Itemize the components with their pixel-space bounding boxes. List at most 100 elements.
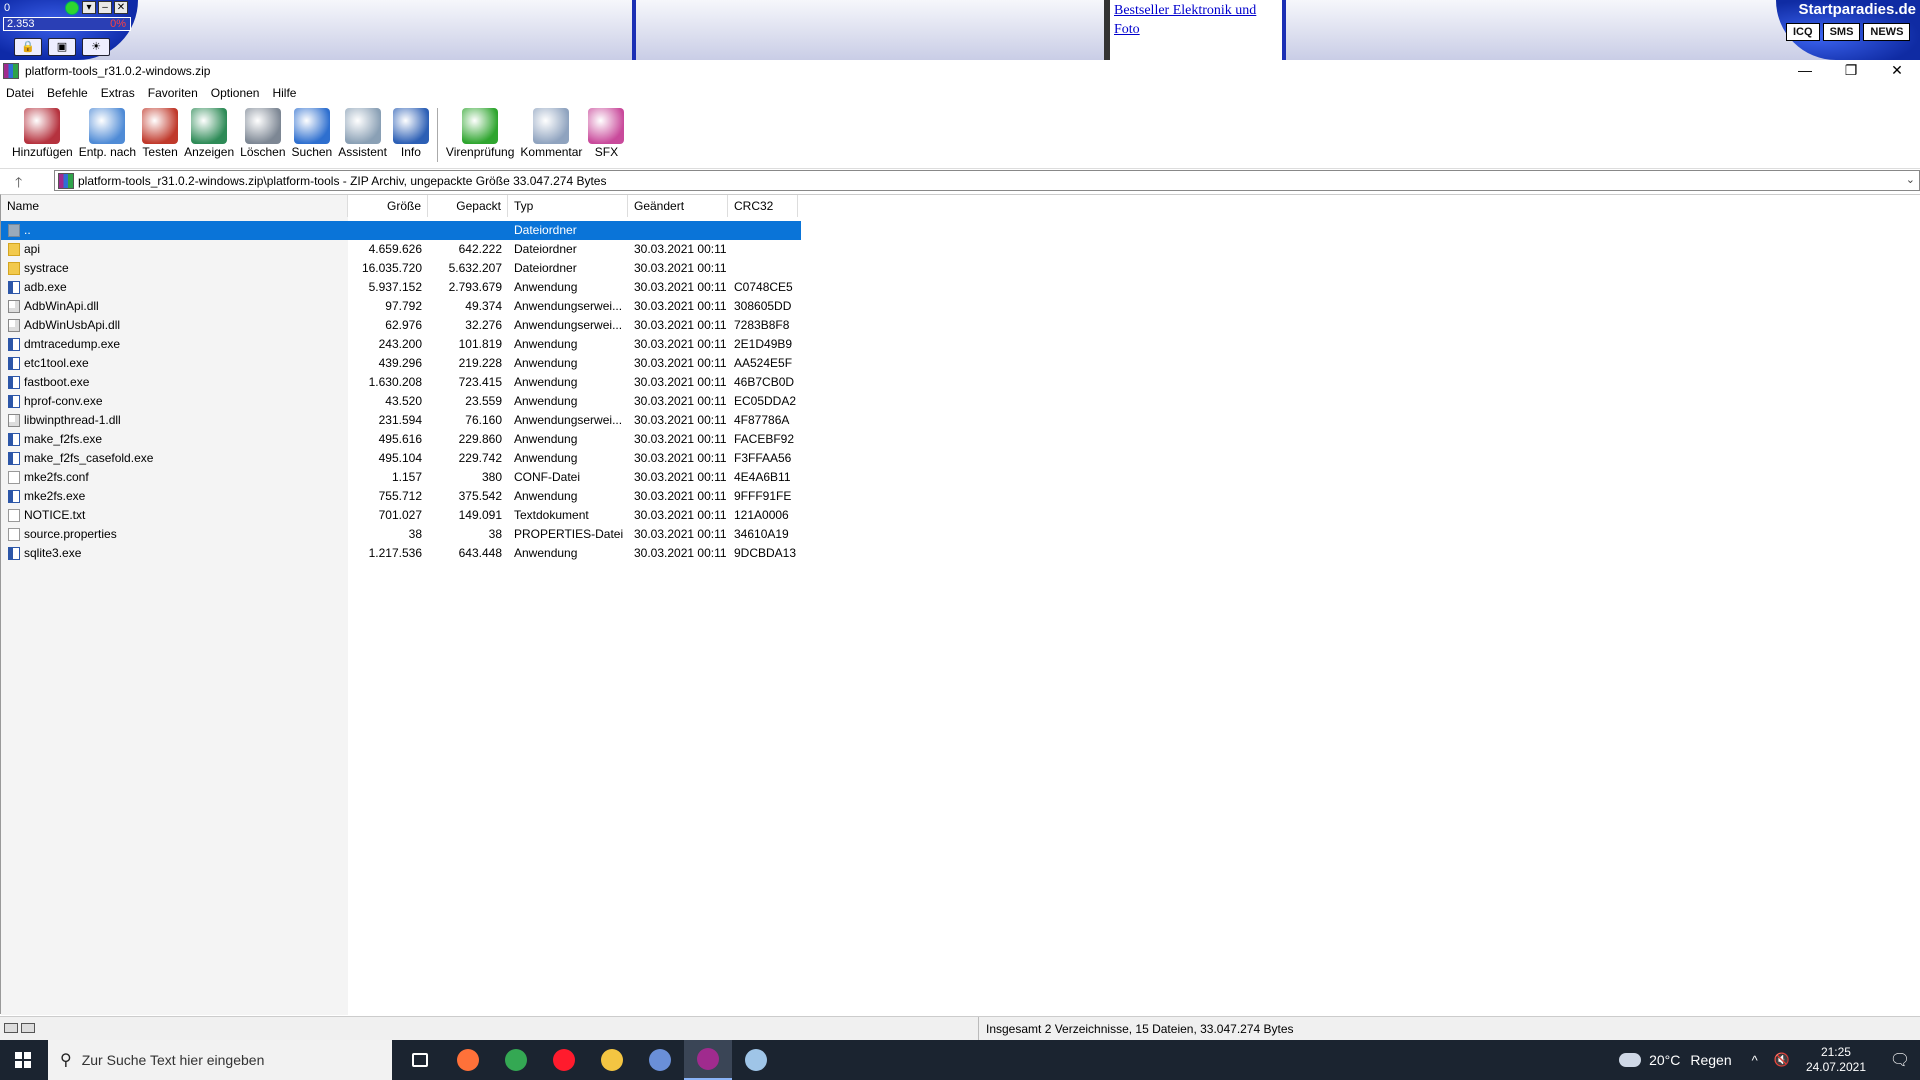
file-size-cell: 43.520 [385, 394, 422, 408]
taskbar-app-firefox[interactable] [444, 1040, 492, 1080]
table-row[interactable]: make_f2fs.exe 495.616 229.860 Anwendung 30.0… [1, 430, 801, 449]
close-button[interactable]: ✕ [1874, 60, 1920, 82]
lock-icon[interactable]: 🔒 [14, 38, 42, 56]
table-row[interactable]: make_f2fs_casefold.exe 495.104 229.742 Anwe… [1, 449, 801, 468]
column-crc[interactable]: CRC32 [728, 195, 798, 217]
table-row[interactable]: source.properties 38 38 PROPERTIES-Datei 30.… [1, 525, 801, 544]
toolbar-button-10[interactable]: SFX [588, 104, 625, 165]
table-row[interactable]: NOTICE.txt 701.027 149.091 Textdokument 30.0… [1, 506, 801, 525]
notification-icon[interactable]: 🗨 [1880, 1040, 1920, 1080]
toolbar-label: Kommentar [520, 145, 583, 159]
table-row[interactable]: AdbWinUsbApi.dll 62.976 32.276 Anwendungser… [1, 316, 801, 335]
file-type-cell: Anwendung [514, 546, 578, 560]
file-crc-cell: F3FFAA56 [734, 451, 792, 465]
key-icon[interactable] [21, 1023, 35, 1033]
file-modified-cell [628, 221, 728, 240]
top-ad-strip: 0 ▾ – ✕ 2.353 0% 🔒 ▣ ☀ Bestseller Elektr… [0, 0, 1920, 60]
table-row[interactable]: .. Dateiordner [1, 221, 801, 240]
search-magnifier-icon [293, 108, 330, 144]
toolbar-button-0[interactable]: Hinzufügen [12, 104, 73, 165]
up-arrow-icon[interactable]: 🡑 [15, 172, 22, 196]
info-icon [392, 108, 429, 144]
table-row[interactable]: mke2fs.exe 755.712 375.542 Anwendung 30.03.2… [1, 487, 801, 506]
toolbar-button-1[interactable]: Entp. nach [79, 104, 136, 165]
taskbar-app-task-view[interactable] [396, 1040, 444, 1080]
table-row[interactable]: hprof-conv.exe 43.520 23.559 Anwendung 30.03… [1, 392, 801, 411]
minimize-button[interactable]: — [1782, 60, 1828, 82]
speaker-muted-icon[interactable]: 🔇 [1774, 1052, 1790, 1068]
restore-button[interactable]: ❐ [1828, 60, 1874, 82]
sms-button[interactable]: SMS [1822, 23, 1861, 41]
weather-icon[interactable]: ☀ [82, 38, 110, 56]
menu-optionen[interactable]: Optionen [211, 86, 260, 100]
toolbar-button-9[interactable]: Kommentar [520, 104, 582, 165]
drive-icon[interactable] [4, 1023, 18, 1033]
file-packed-cell: 32.276 [465, 318, 502, 332]
menu-favoriten[interactable]: Favoriten [148, 86, 198, 100]
file-name: .. [24, 223, 31, 237]
startparadies-brand[interactable]: Startparadies.de [1798, 1, 1916, 18]
table-row[interactable]: etc1tool.exe 439.296 219.228 Anwendung 30.03… [1, 354, 801, 373]
file-name-cell: AdbWinApi.dll [1, 297, 348, 316]
chevron-down-icon[interactable]: ⌄ [1906, 173, 1915, 186]
toolbar-button-3[interactable]: Anzeigen [184, 104, 234, 165]
chevron-up-icon[interactable]: ^ [1752, 1053, 1758, 1068]
taskbar-search[interactable]: ⚲ Zur Suche Text hier eingeben [48, 1040, 392, 1080]
taskbar-app-opera[interactable] [540, 1040, 588, 1080]
toolbar-button-8[interactable]: Virenprüfung [446, 104, 514, 165]
table-row[interactable]: systrace 16.035.720 5.632.207 Dateiordner 30… [1, 259, 801, 278]
table-row[interactable]: adb.exe 5.937.152 2.793.679 Anwendung 30.03.… [1, 278, 801, 297]
file-size-cell: 97.792 [385, 299, 422, 313]
file-name: sqlite3.exe [24, 546, 82, 560]
window-titlebar: platform-tools_r31.0.2-windows.zip — ❐ ✕ [0, 60, 1920, 82]
toolbar-button-6[interactable]: Assistent [338, 104, 387, 165]
taskbar-app-winrar[interactable] [684, 1040, 732, 1080]
icq-button[interactable]: ICQ [1786, 23, 1820, 41]
widget-dropdown-button[interactable]: ▾ [82, 1, 96, 14]
column-modified[interactable]: Geändert [628, 195, 728, 217]
virus-scan-icon [462, 108, 499, 144]
file-name-cell: hprof-conv.exe [1, 392, 348, 411]
txt-file-icon [8, 471, 20, 484]
window-title: platform-tools_r31.0.2-windows.zip [25, 64, 211, 78]
clock[interactable]: 21:25 24.07.2021 [1806, 1045, 1866, 1075]
toolbar-button-7[interactable]: Info [392, 104, 429, 165]
toolbar-button-4[interactable]: Löschen [240, 104, 286, 165]
column-size[interactable]: Größe [348, 195, 428, 217]
file-crc-cell: C0748CE5 [734, 280, 793, 294]
menu-datei[interactable]: Datei [6, 86, 34, 100]
status-bar: Insgesamt 2 Verzeichnisse, 15 Dateien, 3… [0, 1016, 1920, 1041]
menu-extras[interactable]: Extras [101, 86, 135, 100]
news-button[interactable]: NEWS [1863, 23, 1911, 41]
file-name-cell: etc1tool.exe [1, 354, 348, 373]
table-row[interactable]: dmtracedump.exe 243.200 101.819 Anwendung 30… [1, 335, 801, 354]
menu-befehle[interactable]: Befehle [47, 86, 88, 100]
ad-link[interactable]: Bestseller Elektronik und Foto [1104, 0, 1282, 60]
taskbar-app-chrome[interactable] [492, 1040, 540, 1080]
file-modified-cell: 30.03.2021 00:11 [634, 356, 727, 370]
taskbar-app-app-diamond[interactable] [636, 1040, 684, 1080]
start-button[interactable] [0, 1040, 46, 1080]
widget-minimize-button[interactable]: – [98, 1, 112, 14]
table-row[interactable]: fastboot.exe 1.630.208 723.415 Anwendung 30.… [1, 373, 801, 392]
toolbar-button-5[interactable]: Suchen [292, 104, 332, 165]
column-name[interactable]: Name [1, 195, 348, 217]
widget-close-button[interactable]: ✕ [114, 1, 128, 14]
table-row[interactable]: sqlite3.exe 1.217.536 643.448 Anwendung 30.0… [1, 544, 801, 563]
file-type-cell: Anwendungserwei... [514, 413, 623, 427]
taskbar-app-file-explorer[interactable] [588, 1040, 636, 1080]
toolbar-button-2[interactable]: Testen [142, 104, 179, 165]
table-row[interactable]: libwinpthread-1.dll 231.594 76.160 Anwendun… [1, 411, 801, 430]
table-row[interactable]: AdbWinApi.dll 97.792 49.374 Anwendungserwei… [1, 297, 801, 316]
table-row[interactable]: mke2fs.conf 1.157 380 CONF-Datei 30.03.2021 … [1, 468, 801, 487]
column-packed[interactable]: Gepackt [428, 195, 508, 217]
taskbar-app-paint-app[interactable] [732, 1040, 780, 1080]
path-field[interactable]: platform-tools_r31.0.2-windows.zip\platf… [54, 170, 1920, 191]
file-crc-cell: 4E4A6B11 [734, 470, 791, 484]
calendar-icon[interactable]: ▣ [48, 38, 76, 56]
app-diamond-icon [649, 1049, 671, 1071]
column-type[interactable]: Typ [508, 195, 628, 217]
table-row[interactable]: api 4.659.626 642.222 Dateiordner 30.03.2021… [1, 240, 801, 259]
menu-hilfe[interactable]: Hilfe [272, 86, 296, 100]
weather-widget[interactable]: 20°C Regen [1619, 1052, 1732, 1068]
